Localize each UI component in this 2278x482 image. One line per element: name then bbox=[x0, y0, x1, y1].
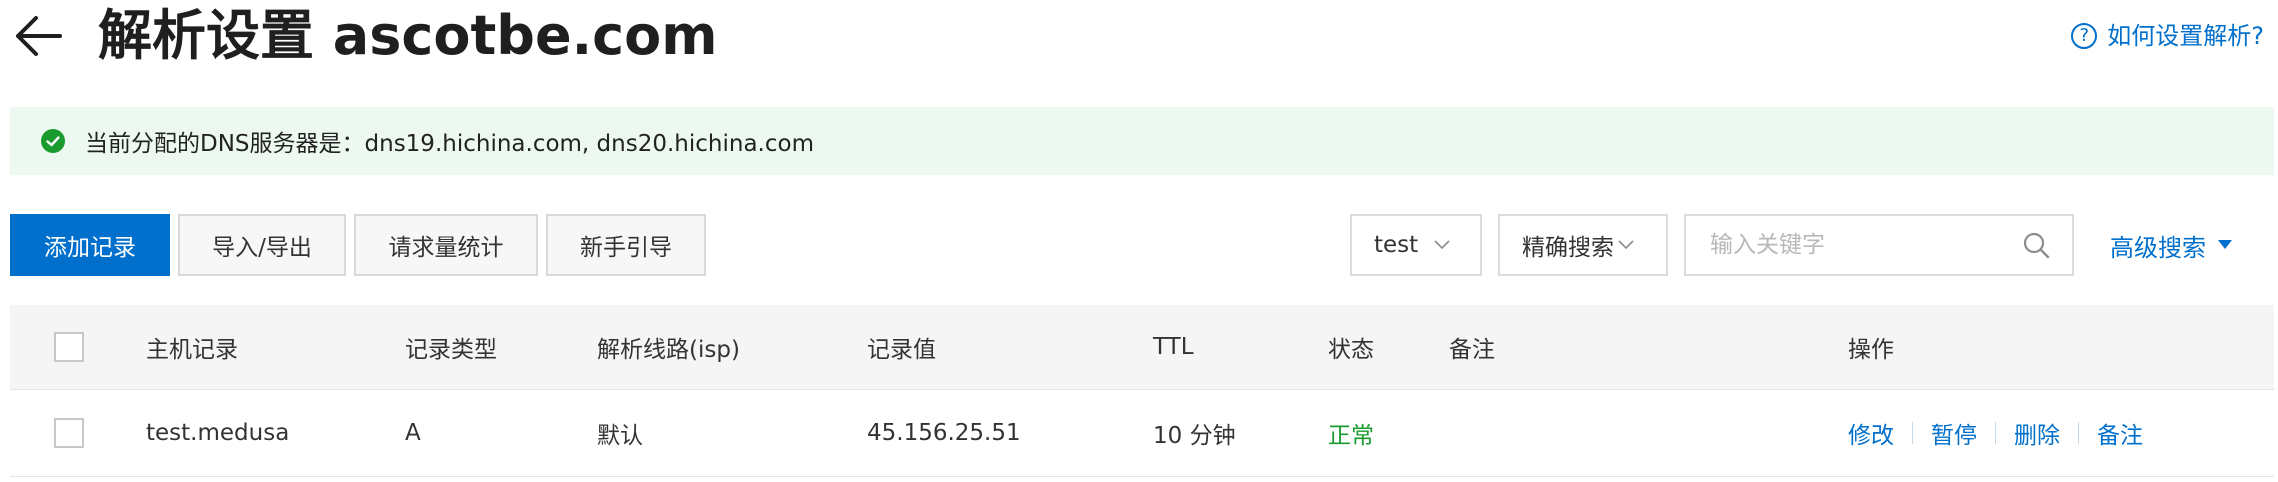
table-header: 主机记录 记录类型 解析线路(isp) 记录值 TTL 状态 备注 操作 bbox=[10, 305, 2274, 390]
row-select-cell bbox=[54, 390, 84, 476]
delete-action[interactable]: 删除 bbox=[2014, 416, 2060, 450]
edit-action[interactable]: 修改 bbox=[1848, 416, 1894, 450]
select-all-checkbox[interactable] bbox=[54, 332, 84, 362]
advanced-search-label: 高级搜索 bbox=[2110, 233, 2206, 262]
row-checkbox[interactable] bbox=[54, 418, 84, 448]
host-cell: test.medusa bbox=[146, 420, 290, 446]
column-actions: 操作 bbox=[1848, 337, 1894, 363]
ttl-cell: 10 分钟 bbox=[1153, 423, 1236, 449]
page-title: 解析设置 ascotbe.com bbox=[98, 4, 718, 67]
pause-action[interactable]: 暂停 bbox=[1931, 416, 1977, 450]
remark-action[interactable]: 备注 bbox=[2097, 416, 2143, 450]
column-value[interactable]: 记录值 bbox=[867, 305, 936, 389]
import-export-button[interactable]: 导入/导出 bbox=[178, 214, 346, 276]
advanced-search-link[interactable]: 高级搜索 bbox=[2110, 214, 2232, 276]
action-divider bbox=[1995, 422, 1996, 444]
notice-text: 当前分配的DNS服务器是：dns19.hichina.com, dns20.hi… bbox=[85, 131, 814, 157]
filter-select-value: test bbox=[1374, 232, 1419, 258]
check-circle-icon bbox=[41, 129, 65, 153]
column-line[interactable]: 解析线路(isp) bbox=[597, 305, 740, 389]
table-row: test.medusa A 默认 45.156.25.51 10 分钟 正常 修… bbox=[10, 390, 2274, 477]
add-record-button[interactable]: 添加记录 bbox=[10, 214, 170, 276]
search-box bbox=[1684, 214, 2074, 276]
select-all-cell bbox=[54, 305, 84, 389]
request-stats-button[interactable]: 请求量统计 bbox=[354, 214, 538, 276]
row-actions: 修改 暂停 删除 备注 bbox=[1848, 390, 2143, 476]
search-input[interactable] bbox=[1708, 216, 2022, 274]
column-ttl[interactable]: TTL bbox=[1153, 305, 1194, 389]
chevron-down-icon bbox=[1434, 240, 1450, 250]
help-link[interactable]: ? 如何设置解析? bbox=[2071, 18, 2264, 54]
search-mode-value: 精确搜索 bbox=[1522, 235, 1614, 261]
value-cell: 45.156.25.51 bbox=[867, 420, 1021, 446]
column-type[interactable]: 记录类型 bbox=[405, 305, 497, 389]
dns-settings-page: 解析设置 ascotbe.com ? 如何设置解析? 当前分配的DNS服务器是：… bbox=[0, 0, 2278, 482]
line-cell: 默认 bbox=[597, 423, 643, 449]
help-link-label: 如何设置解析? bbox=[2107, 22, 2264, 50]
column-status[interactable]: 状态 bbox=[1328, 305, 1374, 389]
search-icon[interactable] bbox=[2022, 231, 2050, 259]
chevron-down-icon bbox=[1618, 240, 1634, 250]
filter-select[interactable]: test bbox=[1350, 214, 1482, 276]
type-cell: A bbox=[405, 420, 421, 446]
column-host[interactable]: 主机记录 bbox=[146, 305, 238, 389]
dns-records-table: 主机记录 记录类型 解析线路(isp) 记录值 TTL 状态 备注 操作 tes… bbox=[10, 305, 2274, 477]
back-arrow-icon[interactable] bbox=[12, 10, 64, 62]
dns-server-notice: 当前分配的DNS服务器是：dns19.hichina.com, dns20.hi… bbox=[10, 107, 2274, 175]
beginner-guide-button[interactable]: 新手引导 bbox=[546, 214, 706, 276]
column-remark: 备注 bbox=[1449, 337, 1495, 363]
action-divider bbox=[2078, 422, 2079, 444]
search-mode-select[interactable]: 精确搜索 bbox=[1498, 214, 1668, 276]
action-divider bbox=[1912, 422, 1913, 444]
caret-down-icon bbox=[2218, 240, 2232, 249]
status-cell: 正常 bbox=[1328, 423, 1374, 449]
question-circle-icon: ? bbox=[2071, 23, 2098, 49]
